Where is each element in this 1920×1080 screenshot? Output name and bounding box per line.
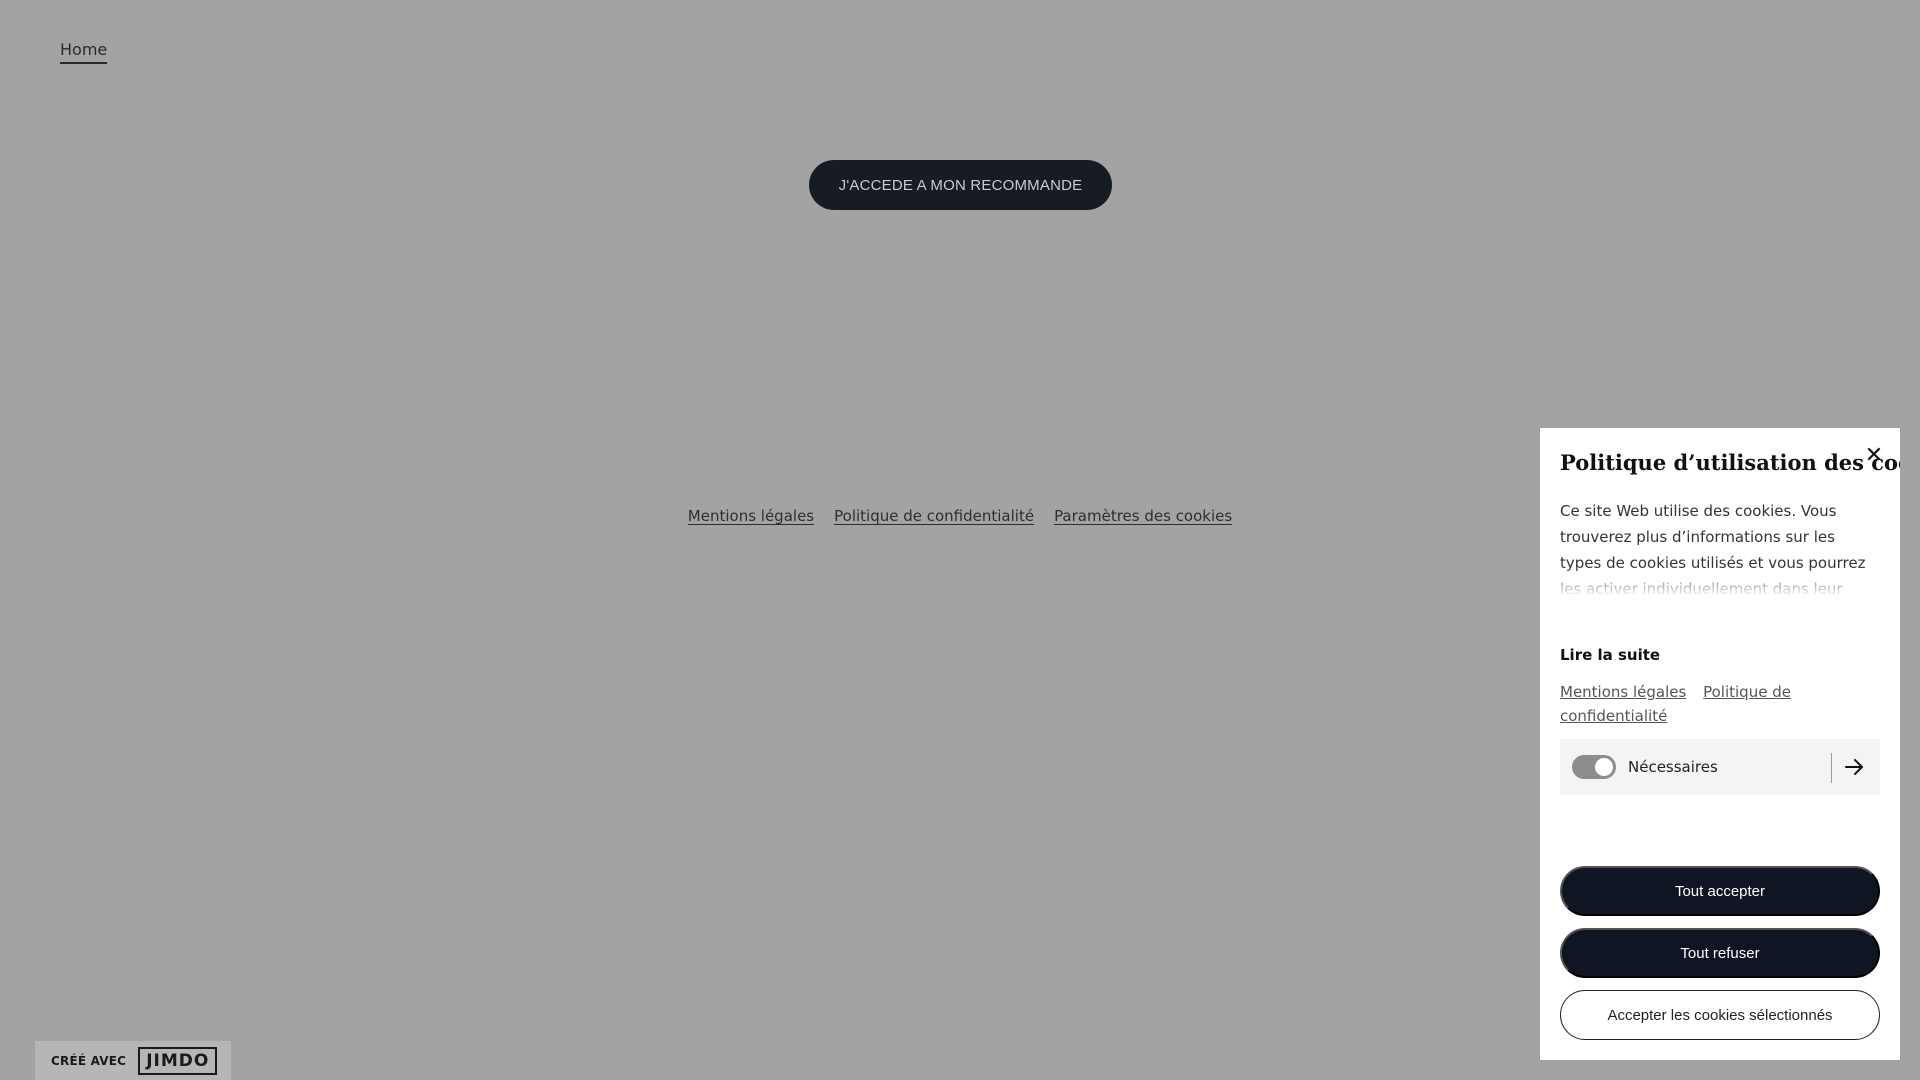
necessary-toggle[interactable] — [1572, 755, 1616, 779]
category-divider — [1831, 753, 1832, 783]
footer-link-privacy[interactable]: Politique de confidentialité — [834, 507, 1034, 525]
footer-link-cookie-settings[interactable]: Paramètres des cookies — [1054, 507, 1232, 525]
cookie-panel-links: Mentions légales Politique de confidenti… — [1560, 680, 1880, 728]
footer-link-legal[interactable]: Mentions légales — [688, 507, 814, 525]
nav-home-link[interactable]: Home — [60, 40, 108, 64]
category-label: Nécessaires — [1628, 758, 1718, 776]
cookie-category-necessary: Nécessaires — [1560, 739, 1880, 795]
description-fade — [1560, 566, 1880, 594]
read-more-link[interactable]: Lire la suite — [1560, 646, 1660, 664]
cookie-panel-title: Politique d’utilisation des cookies — [1560, 450, 1900, 475]
reject-all-button[interactable]: Tout refuser — [1560, 928, 1880, 978]
made-with-label: CRÉÉ AVEC — [51, 1053, 127, 1068]
cookie-link-legal[interactable]: Mentions légales — [1560, 683, 1686, 701]
access-recommande-button[interactable]: J'ACCEDE A MON RECOMMANDE — [809, 160, 1112, 210]
cookie-panel: ✕ Politique d’utilisation des cookies Ce… — [1540, 428, 1900, 1060]
arrow-right-icon[interactable] — [1842, 753, 1868, 781]
cookie-description-scroll[interactable]: Ce site Web utilise des cookies. Vous tr… — [1560, 498, 1880, 594]
jimdo-badge[interactable]: CRÉÉ AVEC JIMDO — [35, 1041, 231, 1080]
jimdo-logo: JIMDO — [138, 1046, 218, 1075]
accept-selected-button[interactable]: Accepter les cookies sélectionnés — [1560, 990, 1880, 1040]
accept-all-button[interactable]: Tout accepter — [1560, 866, 1880, 916]
